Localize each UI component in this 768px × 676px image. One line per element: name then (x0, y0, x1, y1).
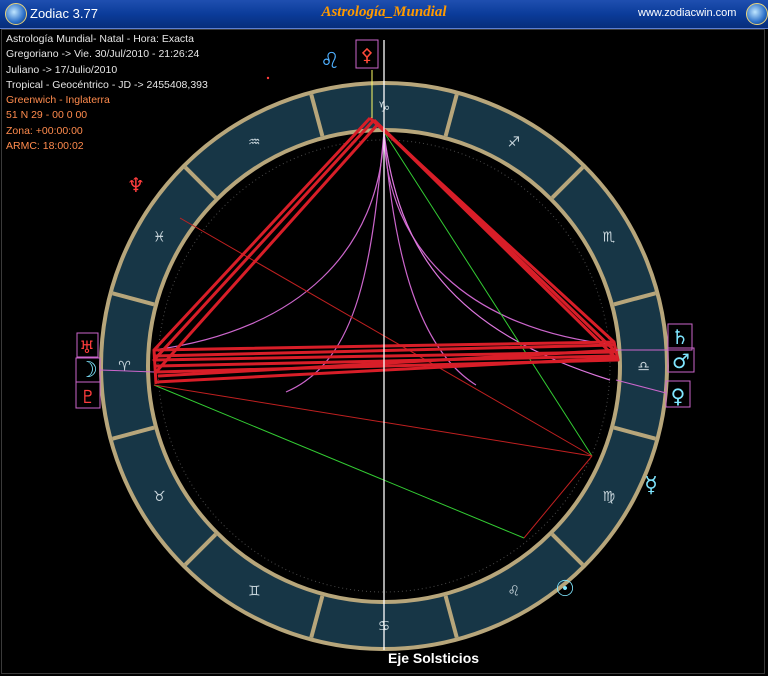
sign-sagittarius-icon: ♐ (507, 134, 520, 150)
sign-pisces-icon: ♓ (153, 229, 166, 245)
marker-dot (266, 76, 270, 80)
sign-aquarius-icon: ♒ (248, 134, 261, 150)
part-of-fortune-icon[interactable]: ⚴ (360, 45, 373, 66)
sun-icon[interactable]: ☉ (555, 577, 575, 602)
mars-icon[interactable]: ♂ (672, 349, 690, 373)
pluto-icon[interactable]: ♇ (80, 387, 96, 408)
solstice-axis-label: Eje Solsticios (388, 650, 480, 666)
saturn-icon[interactable]: ♄ (671, 325, 689, 349)
sign-libra-icon: ♎ (637, 359, 650, 375)
sign-scorpio-icon: ♏ (602, 229, 615, 245)
neptune-icon[interactable]: ♆ (127, 173, 145, 197)
venus-icon[interactable]: ♀ (671, 384, 686, 408)
sign-aries-icon: ♈ (118, 359, 131, 375)
sign-gemini-icon: ♊ (248, 584, 261, 600)
mercury-icon[interactable]: ☿ (644, 473, 658, 498)
astrology-wheel: ♐♏♎♍♌♋♊♉♈♓♒♑ ⚴♌♆♅☽♇♄♂♀☿☉ (75, 39, 695, 651)
moon-icon[interactable]: ☽ (78, 358, 98, 383)
sign-virgo-icon: ♍ (602, 489, 615, 505)
leo-marker-icon[interactable]: ♌ (320, 49, 340, 74)
uranus-icon[interactable]: ♅ (79, 338, 94, 358)
sign-leo-icon: ♌ (507, 584, 520, 600)
sign-taurus-icon: ♉ (153, 489, 166, 505)
